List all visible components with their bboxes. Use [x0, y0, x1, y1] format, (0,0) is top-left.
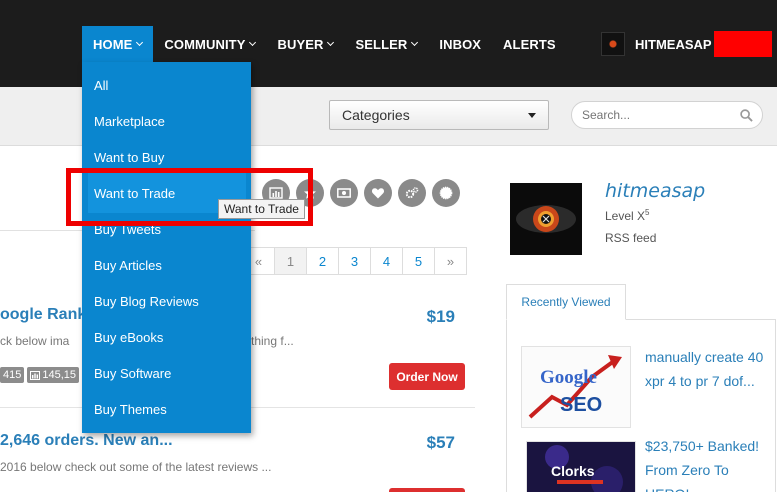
categories-select[interactable]: Categories	[329, 100, 549, 130]
menu-item-buy-articles[interactable]: Buy Articles	[94, 258, 162, 273]
gears-icon[interactable]	[398, 179, 426, 207]
profile-level: Level X5	[605, 208, 649, 223]
recent-thumb-2[interactable]: Clorks	[526, 441, 636, 492]
listing-title[interactable]: oogle Ranki	[0, 306, 91, 324]
rss-feed-link[interactable]: RSS feed	[605, 231, 656, 245]
thumb-word-2: Clorks	[551, 463, 595, 479]
categories-label: Categories	[342, 107, 410, 123]
menu-item-marketplace[interactable]: Marketplace	[94, 114, 165, 129]
menu-item-buy-blog-reviews[interactable]: Buy Blog Reviews	[94, 294, 199, 309]
profile-avatar[interactable]	[510, 183, 582, 255]
clorks-thumb: Clorks	[527, 442, 635, 492]
profile-level-text: Level X	[605, 209, 646, 223]
nav-seller[interactable]: SELLER	[344, 26, 428, 62]
profile-level-sup: 5	[645, 208, 650, 217]
thumb-sub: SEO	[560, 394, 602, 416]
listing-stats: 415 145,15	[0, 367, 80, 383]
menu-item-buy-ebooks[interactable]: Buy eBooks	[94, 330, 163, 345]
profile-name[interactable]: hitmeasap	[605, 180, 705, 202]
nav-inbox[interactable]: INBOX	[428, 26, 492, 62]
badge-icon[interactable]	[432, 179, 460, 207]
recent-thumb-1[interactable]: Google SEO	[521, 346, 631, 428]
order-now-button[interactable]: Order Now	[389, 363, 465, 390]
thumb-word: Google	[540, 367, 597, 388]
chevron-down-icon	[327, 38, 335, 46]
nav-buyer[interactable]: BUYER	[266, 26, 344, 62]
redaction-block	[713, 31, 772, 57]
search-icon[interactable]	[740, 109, 753, 122]
nav-buyer-label: BUYER	[277, 36, 324, 52]
caret-down-icon	[528, 113, 536, 118]
user-menu[interactable]: HITMEASAP	[601, 31, 772, 57]
stat-views: 145,15	[42, 369, 77, 381]
nav-community[interactable]: COMMUNITY	[153, 26, 266, 62]
pager-page-2[interactable]: 2	[306, 247, 339, 275]
chart-icon	[30, 370, 41, 380]
listing-title[interactable]: 2,646 orders. New an...	[0, 432, 173, 450]
google-seo-thumb: Google SEO	[522, 347, 630, 427]
stat-badge: 145,15	[27, 367, 80, 383]
pager-page-3[interactable]: 3	[338, 247, 371, 275]
chevron-down-icon	[249, 38, 257, 46]
pagination: « 1 2 3 4 5 »	[242, 247, 467, 275]
recent-item-text-1[interactable]: manually create 40 xpr 4 to pr 7 dof...	[645, 345, 765, 393]
nav-community-label: COMMUNITY	[164, 36, 246, 52]
listing-price: $57	[426, 433, 455, 452]
recent-item-text-2[interactable]: $23,750+ Banked! From Zero To HERO!	[645, 434, 765, 492]
menu-item-buy-software[interactable]: Buy Software	[94, 366, 171, 381]
nav-home[interactable]: HOME	[82, 26, 154, 62]
nav-alerts-label: ALERTS	[503, 36, 556, 52]
main-nav: HOME COMMUNITY BUYER SELLER INBOX ALERTS	[82, 26, 567, 62]
eye-avatar-image	[510, 183, 582, 255]
menu-item-want-to-buy[interactable]: Want to Buy	[94, 150, 164, 165]
user-name: HITMEASAP	[635, 36, 712, 52]
listing-desc: 2016 below check out some of the latest …	[0, 460, 272, 474]
listing-desc-tail: thing f...	[251, 334, 294, 348]
nav-alerts[interactable]: ALERTS	[492, 26, 567, 62]
nav-home-label: HOME	[93, 36, 133, 52]
chevron-down-icon	[136, 38, 144, 46]
pager-next[interactable]: »	[434, 247, 467, 275]
money-icon[interactable]	[330, 179, 358, 207]
order-now-button-2[interactable]	[389, 488, 465, 492]
listing-desc: ck below ima	[0, 334, 70, 348]
highlight-box	[66, 168, 313, 226]
menu-item-buy-themes[interactable]: Buy Themes	[94, 402, 167, 417]
pager-page-4[interactable]: 4	[370, 247, 403, 275]
nav-seller-label: SELLER	[355, 36, 408, 52]
pager-page-1[interactable]: 1	[274, 247, 307, 275]
menu-item-all[interactable]: All	[94, 78, 108, 93]
tab-recently-viewed[interactable]: Recently Viewed	[506, 284, 626, 320]
listing-price: $19	[426, 307, 455, 326]
heart-icon[interactable]	[364, 179, 392, 207]
nav-inbox-label: INBOX	[439, 36, 482, 52]
home-dropdown-menu: All Marketplace Want to Buy Want to Trad…	[82, 62, 251, 433]
pager-page-5[interactable]: 5	[402, 247, 435, 275]
chevron-down-icon	[411, 38, 419, 46]
search-input[interactable]	[571, 101, 763, 129]
user-avatar	[601, 32, 625, 56]
stat-badge: 415	[0, 367, 25, 383]
